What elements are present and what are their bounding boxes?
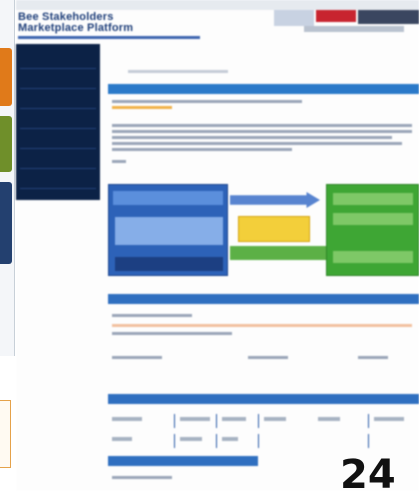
text-line <box>112 106 172 109</box>
nav-item-6[interactable] <box>20 150 96 169</box>
top-bar <box>16 0 419 10</box>
diagram-blue-title <box>113 191 223 205</box>
site-logo[interactable]: Bee Stakeholders Marketplace Platform <box>18 12 133 34</box>
breadcrumb-line <box>128 70 228 73</box>
diagram-arrow-green <box>230 246 326 260</box>
nav-item-1[interactable] <box>20 50 96 69</box>
table-separator <box>216 414 217 428</box>
main-content <box>108 44 419 491</box>
table-cell <box>180 417 210 421</box>
section-3-header <box>108 394 419 404</box>
data-table-row <box>108 414 419 428</box>
overlay-number: 24 <box>340 452 396 498</box>
diagram-green-panel <box>326 184 419 276</box>
table-separator <box>258 434 259 448</box>
nav-item-7[interactable] <box>20 170 96 189</box>
table-cell <box>222 437 238 441</box>
diagram-green-box-3 <box>333 251 413 263</box>
text-line <box>112 160 126 163</box>
nav-item-3[interactable] <box>20 90 96 109</box>
text-line <box>112 324 412 327</box>
diagram-blue-footer <box>115 257 223 271</box>
table-cell <box>222 417 246 421</box>
diagram-arrow-blue <box>230 192 320 208</box>
text-line <box>112 124 412 127</box>
nav-item-5[interactable] <box>20 130 96 149</box>
text-line <box>112 356 162 359</box>
table-cell <box>374 417 404 421</box>
text-line <box>112 314 192 317</box>
table-cell <box>318 417 340 421</box>
table-cell <box>112 437 132 441</box>
text-line <box>112 142 402 145</box>
data-table-row <box>108 434 419 448</box>
header-banner-dark <box>358 10 419 24</box>
side-navigation <box>16 44 100 200</box>
left-panel <box>0 0 15 356</box>
section-1-header <box>108 84 419 94</box>
text-line <box>112 130 412 133</box>
side-tab-olive[interactable] <box>0 116 12 172</box>
table-separator <box>368 434 369 448</box>
left-footer-box <box>0 400 11 468</box>
table-separator <box>216 434 217 448</box>
diagram-icons <box>115 217 223 245</box>
table-separator <box>174 434 175 448</box>
header-decoration <box>274 10 314 26</box>
text-line <box>112 148 292 151</box>
table-separator <box>174 414 175 428</box>
portal-screenshot: Bee Stakeholders Marketplace Platform <box>16 0 419 491</box>
section-2-header <box>108 294 419 304</box>
nav-item-2[interactable] <box>20 70 96 89</box>
table-cell <box>112 417 142 421</box>
header-links[interactable] <box>304 26 404 32</box>
logo-underline <box>18 36 200 39</box>
process-diagram <box>108 184 419 276</box>
section-4-header <box>108 456 258 466</box>
table-separator <box>368 414 369 428</box>
text-line <box>248 356 288 359</box>
table-cell <box>264 417 286 421</box>
diagram-yellow-box <box>238 216 310 242</box>
logo-line-2: Marketplace Platform <box>18 22 134 34</box>
text-line <box>112 100 302 103</box>
text-line <box>358 356 388 359</box>
text-line <box>112 476 172 479</box>
nav-item-4[interactable] <box>20 110 96 129</box>
side-tab-navy[interactable] <box>0 182 12 264</box>
text-line <box>112 136 392 139</box>
side-tab-orange[interactable] <box>0 48 12 106</box>
table-cell <box>180 437 202 441</box>
diagram-green-box-2 <box>333 213 413 225</box>
diagram-blue-panel <box>108 184 228 276</box>
table-separator <box>258 414 259 428</box>
diagram-green-box-1 <box>333 193 413 205</box>
text-line <box>112 332 232 335</box>
header-banner-red <box>316 10 356 22</box>
